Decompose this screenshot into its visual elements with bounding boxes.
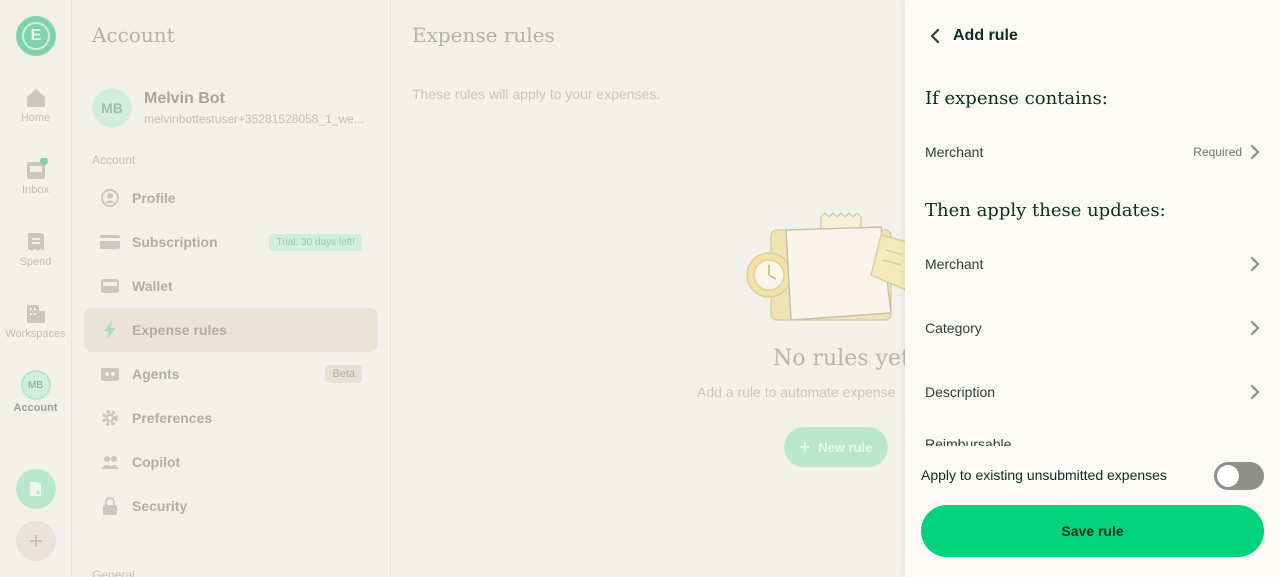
menu-item-label: Profile bbox=[132, 190, 176, 206]
chevron-right-icon bbox=[1250, 384, 1260, 400]
then-heading: Then apply these updates: bbox=[925, 200, 1166, 221]
plus-icon bbox=[30, 535, 42, 547]
required-label: Required bbox=[1193, 145, 1242, 159]
empty-state-title: No rules yet bbox=[773, 346, 910, 371]
new-rule-button[interactable]: + New rule bbox=[784, 427, 888, 467]
add-rule-panel: Add rule If expense contains: Merchant R… bbox=[905, 0, 1280, 577]
save-rule-button[interactable]: Save rule bbox=[921, 505, 1264, 557]
wallet-icon bbox=[100, 276, 120, 296]
condition-label: Merchant bbox=[925, 144, 984, 160]
account-panel: Account MB Melvin Bot melvinbottestuser+… bbox=[72, 0, 391, 577]
chevron-right-icon bbox=[1250, 144, 1260, 160]
new-rule-label: New rule bbox=[818, 439, 873, 455]
menu-item-label: Copilot bbox=[132, 454, 181, 470]
expense-rules-page: Expense rules These rules will apply to … bbox=[391, 0, 911, 577]
building-icon bbox=[24, 302, 48, 326]
users-icon bbox=[100, 452, 120, 472]
account-title: Account bbox=[92, 23, 175, 47]
nav-inbox-label: Inbox bbox=[22, 184, 49, 196]
folder-illustration bbox=[746, 211, 911, 321]
section-label-account: Account bbox=[92, 153, 136, 167]
user-email: melvinbottestuser+35281528058_1_we... bbox=[144, 112, 364, 126]
update-reimbursable-row[interactable]: Reimbursable bbox=[905, 432, 1280, 446]
create-expense-button[interactable] bbox=[16, 469, 56, 509]
nav-workspaces[interactable]: Workspaces bbox=[0, 302, 71, 340]
update-description-row[interactable]: Description bbox=[905, 368, 1280, 416]
logo-letter: E bbox=[22, 22, 50, 50]
menu-item-preferences[interactable]: Preferences bbox=[84, 396, 378, 440]
user-card[interactable]: MB Melvin Bot melvinbottestuser+35281528… bbox=[92, 88, 374, 128]
user-name: Melvin Bot bbox=[144, 90, 225, 107]
menu-item-copilot[interactable]: Copilot bbox=[84, 440, 378, 484]
avatar: MB bbox=[20, 370, 51, 400]
menu-item-label: Expense rules bbox=[132, 322, 227, 338]
menu-item-label: Agents bbox=[132, 366, 180, 382]
update-category-row[interactable]: Category bbox=[905, 304, 1280, 352]
lock-icon bbox=[100, 496, 120, 516]
panel-footer: Apply to existing unsubmitted expenses S… bbox=[905, 446, 1280, 577]
menu-item-subscription[interactable]: Subscription Trial: 30 days left! bbox=[84, 220, 378, 264]
create-icon bbox=[30, 482, 41, 496]
update-merchant-row[interactable]: Merchant bbox=[905, 240, 1280, 288]
user-avatar: MB bbox=[92, 88, 132, 128]
menu-item-label: Preferences bbox=[132, 410, 213, 426]
nav-inbox[interactable]: Inbox bbox=[0, 157, 71, 196]
menu-item-label: Security bbox=[132, 498, 188, 514]
beta-badge: Beta bbox=[325, 365, 362, 383]
nav-account-label: Account bbox=[13, 402, 58, 414]
page-title: Expense rules bbox=[412, 23, 555, 47]
nav-rail: E Home Inbox Spend Workspaces MB Account bbox=[0, 0, 72, 577]
update-label: Reimbursable bbox=[925, 436, 1012, 446]
update-label: Category bbox=[925, 320, 982, 336]
nav-account[interactable]: MB Account bbox=[0, 370, 71, 414]
credit-card-icon bbox=[100, 232, 120, 252]
apply-existing-toggle[interactable] bbox=[1214, 462, 1264, 490]
lightning-icon bbox=[100, 320, 120, 340]
menu-item-label: Subscription bbox=[132, 234, 218, 250]
nav-home-label: Home bbox=[20, 112, 51, 124]
menu-item-security[interactable]: Security bbox=[84, 484, 378, 528]
update-label: Merchant bbox=[925, 256, 984, 272]
receipt-icon bbox=[24, 230, 48, 254]
empty-state-subtitle: Add a rule to automate expense bbox=[697, 384, 896, 400]
gear-icon bbox=[100, 408, 120, 428]
chevron-left-icon bbox=[930, 28, 940, 44]
chevron-right-icon bbox=[1250, 256, 1260, 272]
trial-badge: Trial: 30 days left! bbox=[269, 233, 362, 251]
home-icon bbox=[24, 86, 48, 110]
condition-merchant-row[interactable]: Merchant Required bbox=[905, 128, 1280, 176]
apply-existing-label: Apply to existing unsubmitted expenses bbox=[921, 467, 1167, 483]
user-circle-icon bbox=[100, 188, 120, 208]
toggle-knob bbox=[1217, 465, 1239, 487]
robot-icon bbox=[100, 364, 120, 384]
chevron-right-icon bbox=[1250, 320, 1260, 336]
add-button[interactable] bbox=[16, 521, 56, 561]
nav-workspaces-label: Workspaces bbox=[5, 328, 66, 340]
if-heading: If expense contains: bbox=[925, 88, 1108, 109]
plus-icon: + bbox=[799, 437, 811, 457]
menu-item-agents[interactable]: Agents Beta bbox=[84, 352, 378, 396]
nav-home[interactable]: Home bbox=[0, 86, 71, 124]
back-button[interactable] bbox=[925, 24, 945, 48]
panel-title: Add rule bbox=[953, 27, 1018, 44]
inbox-icon bbox=[24, 157, 48, 182]
menu-item-wallet[interactable]: Wallet bbox=[84, 264, 378, 308]
menu-item-profile[interactable]: Profile bbox=[84, 176, 378, 220]
nav-spend-label: Spend bbox=[19, 256, 52, 268]
expensify-logo[interactable]: E bbox=[16, 16, 56, 56]
menu-item-label: Wallet bbox=[132, 278, 173, 294]
update-label: Description bbox=[925, 384, 996, 400]
section-label-general: General bbox=[92, 568, 135, 577]
page-subtitle: These rules will apply to your expenses. bbox=[412, 86, 661, 102]
menu-item-expense-rules[interactable]: Expense rules bbox=[84, 308, 378, 352]
nav-spend[interactable]: Spend bbox=[0, 230, 71, 268]
